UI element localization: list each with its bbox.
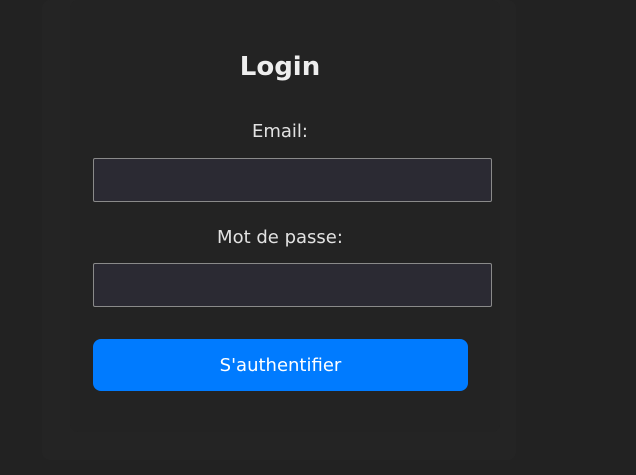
form-title: Login	[239, 52, 321, 82]
password-field[interactable]	[93, 263, 492, 307]
email-label: Email:	[251, 121, 308, 142]
email-field[interactable]	[93, 158, 492, 202]
password-label: Mot de passe:	[217, 227, 343, 248]
submit-button[interactable]: S'authentifier	[93, 339, 468, 391]
